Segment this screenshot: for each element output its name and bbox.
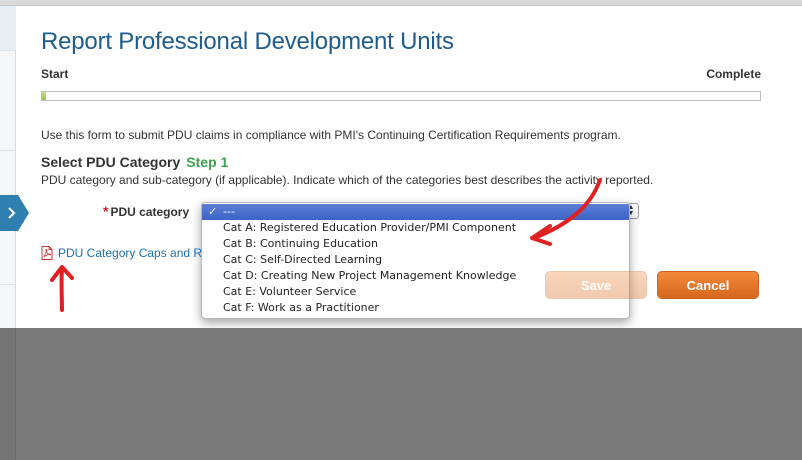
dropdown-option[interactable]: Cat C: Self-Directed Learning bbox=[202, 252, 629, 268]
rail-divider bbox=[0, 284, 16, 285]
dropdown-option[interactable]: Cat F: Work as a Practitioner bbox=[202, 300, 629, 316]
modal-overlay bbox=[0, 328, 802, 460]
pdu-category-label-text: PDU category bbox=[110, 205, 190, 219]
dropdown-option-label: Cat A: Registered Education Provider/PMI… bbox=[223, 221, 517, 234]
dropdown-option-label: Cat F: Work as a Practitioner bbox=[223, 301, 379, 314]
checkmark-icon: ✓ bbox=[208, 205, 218, 218]
section-description: PDU category and sub-category (if applic… bbox=[41, 173, 654, 187]
rail-divider bbox=[0, 150, 16, 151]
rail-divider bbox=[0, 50, 16, 51]
progress-complete-label: Complete bbox=[706, 67, 761, 81]
side-expand-tab[interactable] bbox=[0, 195, 30, 231]
rail-highlight bbox=[0, 6, 16, 50]
pdu-category-caps-link[interactable]: PDU Category Caps and R bbox=[41, 246, 201, 260]
pdf-icon bbox=[41, 246, 53, 260]
progress-fill bbox=[42, 92, 46, 100]
section-title: Select PDU Category Step 1 bbox=[41, 154, 228, 170]
dropdown-option-label: --- bbox=[223, 205, 235, 218]
rail-shadow bbox=[0, 328, 16, 460]
annotation-arrow-icon bbox=[50, 265, 74, 312]
progress-start-label: Start bbox=[41, 67, 69, 81]
progress-bar bbox=[41, 91, 761, 101]
dropdown-option-label: Cat B: Continuing Education bbox=[223, 237, 378, 250]
page-title: Report Professional Development Units bbox=[41, 28, 454, 55]
required-marker: * bbox=[103, 203, 109, 219]
save-button[interactable]: Save bbox=[545, 271, 647, 299]
cancel-button[interactable]: Cancel bbox=[657, 271, 759, 299]
step-label: Step 1 bbox=[186, 154, 229, 170]
dropdown-option-selected[interactable]: ✓ --- bbox=[202, 204, 629, 220]
dropdown-option-label: Cat C: Self-Directed Learning bbox=[223, 253, 383, 266]
intro-text: Use this form to submit PDU claims in co… bbox=[41, 128, 621, 142]
pdu-category-label: * PDU category bbox=[103, 203, 189, 219]
chevron-right-icon bbox=[0, 195, 29, 231]
pdu-category-dropdown-list[interactable]: ✓ --- Cat A: Registered Education Provider… bbox=[201, 202, 630, 319]
left-navigation-rail bbox=[0, 6, 16, 328]
dropdown-option[interactable]: Cat B: Continuing Education bbox=[202, 236, 629, 252]
dropdown-option-label: Cat D: Creating New Project Management K… bbox=[223, 269, 517, 282]
section-title-text: Select PDU Category bbox=[41, 154, 181, 170]
pdf-link-label[interactable]: PDU Category Caps and R bbox=[58, 246, 201, 260]
dropdown-option-label: Cat E: Volunteer Service bbox=[223, 285, 357, 298]
top-strip bbox=[0, 0, 802, 6]
dropdown-option[interactable]: Cat A: Registered Education Provider/PMI… bbox=[202, 220, 629, 236]
